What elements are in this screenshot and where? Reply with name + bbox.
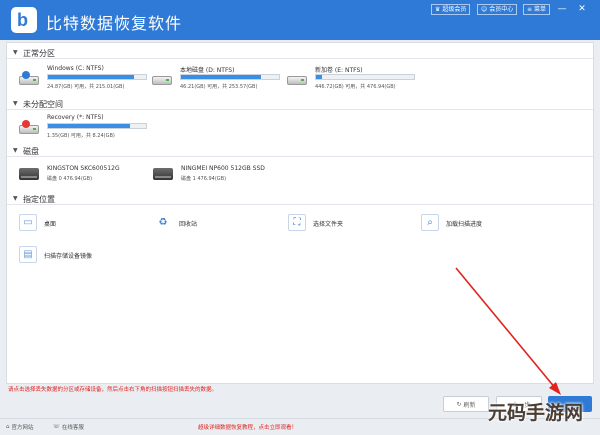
- usage-bar-fill: [181, 75, 262, 79]
- watermark: 元码手游网: [488, 402, 584, 424]
- menu-button[interactable]: ≡ 菜单: [523, 4, 551, 15]
- windows-drive-icon: [19, 71, 39, 85]
- hint-text: 请点击选择丢失数据的分区或存储设备，然后点击右下角的扫描按钮扫描丢失的数据。: [8, 387, 218, 393]
- location-select-folder[interactable]: ⛶ 选择文件夹: [288, 214, 398, 234]
- website-link[interactable]: ⌂ 官方网站: [6, 423, 34, 431]
- section-partitions[interactable]: ▼ 正常分区: [7, 47, 593, 59]
- disk-item-1[interactable]: NINGMEI NP600 512GB SSD 磁盘 1 476.94(GB): [153, 164, 293, 194]
- partition-item-d[interactable]: 本地磁盘 (D: NTFS) 46.21(GB) 可用，共 253.57(GB): [152, 65, 292, 95]
- usage-bar-fill: [48, 75, 135, 79]
- refresh-icon: ↻: [456, 400, 462, 408]
- usage-bar-fill: [48, 124, 131, 128]
- recycle-bin-icon: ♻: [158, 217, 168, 228]
- super-member-button[interactable]: ♛ 超级会员: [431, 4, 471, 15]
- tutorial-link[interactable]: 超级详细数据恢复教程，点击立即观看！: [198, 423, 297, 431]
- usage-bar: [47, 74, 147, 80]
- close-button[interactable]: ✕: [576, 3, 588, 15]
- app-title: 比特数据恢复软件: [46, 14, 183, 33]
- support-link[interactable]: ☏ 在线客服: [53, 423, 84, 431]
- home-icon: ⌂: [6, 424, 10, 430]
- location-recycle-bin[interactable]: ♻ 回收站: [154, 214, 264, 234]
- collapse-arrow-icon: ▼: [13, 49, 18, 56]
- local-drive-icon: [152, 71, 172, 85]
- location-load-scan[interactable]: ⌕ 加载扫描进度: [421, 214, 541, 234]
- partition-item-c[interactable]: Windows (C: NTFS) 24.87(GB) 可用，共 215.01(…: [19, 65, 159, 95]
- crown-icon: ♛: [435, 6, 441, 13]
- disk-image-icon: ▤: [19, 246, 37, 263]
- location-desktop[interactable]: ▭ 桌面: [19, 214, 129, 234]
- folder-icon: ⛶: [288, 214, 306, 231]
- hard-disk-icon: [153, 168, 173, 180]
- desktop-icon: ▭: [19, 214, 37, 231]
- section-disks[interactable]: ▼ 磁盘: [7, 145, 593, 157]
- partition-item-e[interactable]: 新加卷 (E: NTFS) 446.72(GB) 可用，共 476.94(GB): [287, 65, 427, 95]
- location-disk-image[interactable]: ▤ 扫描存储设备镜像: [19, 246, 159, 266]
- headset-icon: ☏: [53, 424, 60, 430]
- load-scan-icon: ⌕: [421, 214, 439, 231]
- section-unallocated[interactable]: ▼ 未分配空间: [7, 98, 593, 110]
- volume-drive-icon: [287, 71, 307, 85]
- menu-icon: ≡: [527, 6, 533, 13]
- disk-item-0[interactable]: KINGSTON SKC600512G 磁盘 0 476.94(GB): [19, 164, 149, 194]
- minimize-button[interactable]: —: [556, 3, 568, 15]
- collapse-arrow-icon: ▼: [13, 195, 18, 202]
- title-bar: b 比特数据恢复软件 ♛ 超级会员 ☺ 会员中心 ≡ 菜单 — ✕: [0, 0, 600, 40]
- member-center-button[interactable]: ☺ 会员中心: [477, 4, 518, 15]
- main-panel: ▼ 正常分区 Windows (C: NTFS) 24.87(GB) 可用，共 …: [6, 42, 594, 384]
- collapse-arrow-icon: ▼: [13, 147, 18, 154]
- section-locations[interactable]: ▼ 指定位置: [7, 193, 593, 205]
- refresh-button[interactable]: ↻ 刷新: [443, 396, 489, 412]
- usage-bar: [180, 74, 280, 80]
- collapse-arrow-icon: ▼: [13, 100, 18, 107]
- recovery-drive-icon: [19, 120, 39, 134]
- usage-bar: [315, 74, 415, 80]
- user-icon: ☺: [481, 6, 488, 13]
- app-logo: b: [11, 7, 37, 33]
- usage-bar-fill: [316, 75, 322, 79]
- partition-item-recovery[interactable]: Recovery (*: NTFS) 1.35(GB) 可用，共 8.24(GB…: [19, 114, 159, 144]
- hard-disk-icon: [19, 168, 39, 180]
- usage-bar: [47, 123, 147, 129]
